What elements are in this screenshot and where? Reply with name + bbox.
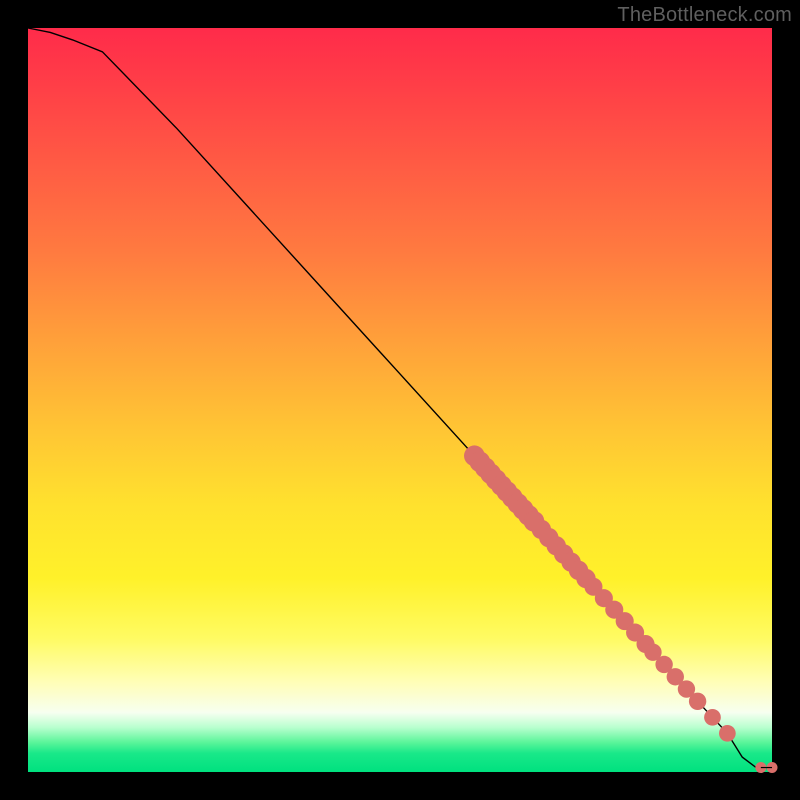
data-point [704, 709, 721, 726]
plot-area [28, 28, 772, 772]
chart-container: TheBottleneck.com [0, 0, 800, 800]
attribution-text: TheBottleneck.com [617, 4, 792, 27]
chart-svg [28, 28, 772, 772]
data-point [719, 725, 736, 742]
data-point [689, 693, 706, 710]
